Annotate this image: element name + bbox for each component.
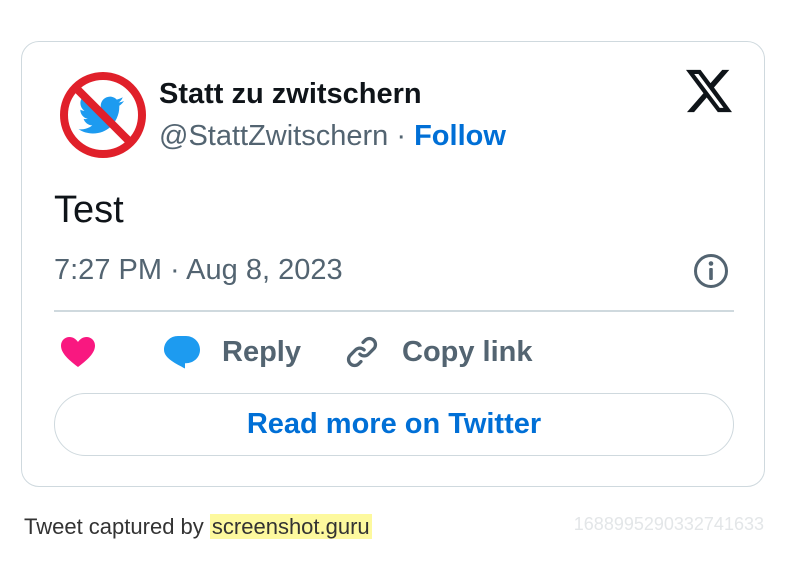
screenshot-guru-link[interactable]: screenshot.guru [209,514,372,539]
follow-link[interactable]: Follow [414,120,506,152]
separator: · [396,120,407,152]
handle[interactable]: @StattZwitschern [159,120,388,152]
tweet-id: 1688995290332741633 [573,514,764,534]
reply-label: Reply [222,335,301,368]
avatar[interactable] [58,70,148,160]
reply-bubble-icon [164,336,200,369]
captured-by-credit: Tweet captured by screenshot.guru [24,514,372,540]
info-icon[interactable] [693,253,729,289]
like-button[interactable] [60,332,96,372]
display-name[interactable]: Statt zu zwitschern [159,78,422,111]
copy-link-label: Copy link [402,335,533,368]
timestamp-link[interactable]: 7:27 PM · Aug 8, 2023 [54,254,343,287]
link-icon [346,336,378,368]
copy-link-button[interactable]: Copy link [344,332,533,372]
heart-icon [61,337,95,367]
read-more-button[interactable]: Read more on Twitter [54,393,734,456]
captured-prefix: Tweet captured by [24,514,204,539]
reply-button[interactable]: Reply [164,332,301,372]
tweet-card: Statt zu zwitschern @StattZwitschern · F… [21,41,765,487]
handle-row: @StattZwitschern · Follow [159,120,506,153]
x-logo-icon[interactable] [686,69,732,113]
tweet-text: Test [54,189,124,231]
divider [54,310,734,312]
